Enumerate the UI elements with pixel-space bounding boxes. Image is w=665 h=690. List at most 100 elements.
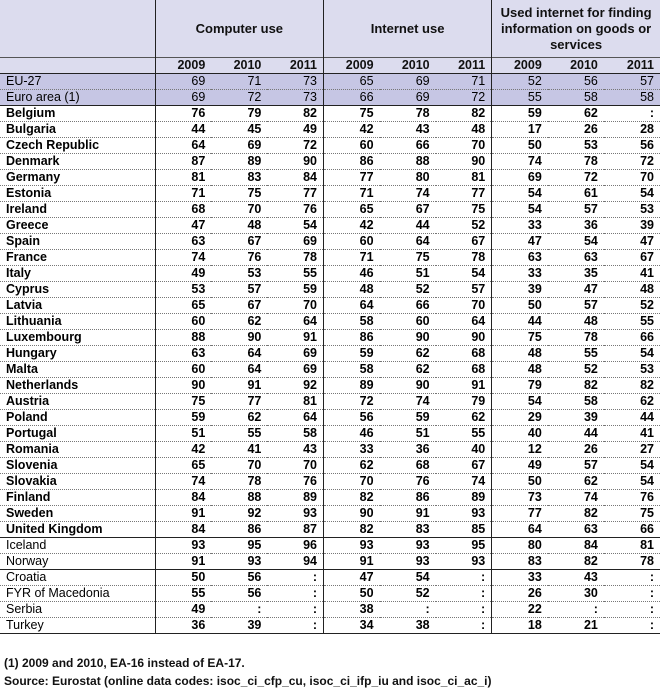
row-label: Cyprus bbox=[0, 281, 156, 298]
value-cell: 56 bbox=[547, 73, 604, 90]
value-cell: 71 bbox=[154, 185, 212, 202]
value-cell: 90 bbox=[322, 505, 380, 522]
value-cell: 48 bbox=[435, 121, 492, 138]
value-cell: 81 bbox=[435, 169, 492, 186]
row-label: France bbox=[0, 249, 156, 266]
row-label: Romania bbox=[0, 441, 156, 458]
ict-usage-table: Computer use Internet use Used internet … bbox=[0, 0, 660, 634]
value-cell: 78 bbox=[435, 249, 492, 266]
value-cell: 69 bbox=[154, 89, 212, 106]
value-cell: 76 bbox=[267, 473, 324, 490]
value-cell: 39 bbox=[603, 217, 660, 234]
value-cell: 69 bbox=[491, 169, 548, 186]
value-cell: 61 bbox=[547, 185, 604, 202]
value-cell: 51 bbox=[154, 425, 212, 442]
value-cell: 36 bbox=[154, 617, 212, 634]
value-cell: 46 bbox=[322, 425, 380, 442]
row-label: Bulgaria bbox=[0, 121, 156, 138]
row-label: Greece bbox=[0, 217, 156, 234]
value-cell: 53 bbox=[603, 201, 660, 218]
value-cell: 64 bbox=[267, 409, 324, 426]
value-cell: 90 bbox=[379, 329, 436, 346]
value-cell: 52 bbox=[379, 585, 436, 602]
value-cell: 78 bbox=[603, 553, 660, 570]
value-cell: 81 bbox=[603, 537, 660, 554]
table-row: Czech Republic 64 69 72 60 66 70 50 53 56 bbox=[0, 137, 660, 154]
value-cell: 43 bbox=[547, 569, 604, 586]
value-cell: 80 bbox=[379, 169, 436, 186]
value-cell: 96 bbox=[267, 537, 324, 554]
value-cell: 66 bbox=[379, 137, 436, 154]
value-cell: 54 bbox=[491, 393, 548, 410]
corner-cell bbox=[0, 57, 156, 74]
value-cell: 50 bbox=[491, 297, 548, 314]
value-cell: 39 bbox=[547, 409, 604, 426]
value-cell: 66 bbox=[379, 297, 436, 314]
value-cell: 54 bbox=[491, 185, 548, 202]
value-cell: 74 bbox=[379, 393, 436, 410]
value-cell: 87 bbox=[267, 521, 324, 538]
value-cell: : bbox=[603, 569, 660, 586]
value-cell: 62 bbox=[603, 393, 660, 410]
value-cell: 33 bbox=[322, 441, 380, 458]
value-cell: 75 bbox=[322, 105, 380, 122]
value-cell: 91 bbox=[154, 505, 212, 522]
value-cell: 62 bbox=[211, 409, 268, 426]
table-row: Germany 81 83 84 77 80 81 69 72 70 bbox=[0, 169, 660, 186]
value-cell: 63 bbox=[154, 345, 212, 362]
value-cell: 77 bbox=[435, 185, 492, 202]
value-cell: 12 bbox=[491, 441, 548, 458]
value-cell: 38 bbox=[379, 617, 436, 634]
value-cell: 17 bbox=[491, 121, 548, 138]
value-cell: 58 bbox=[603, 89, 660, 106]
value-cell: 69 bbox=[267, 345, 324, 362]
value-cell: 64 bbox=[211, 345, 268, 362]
table-row: France 74 76 78 71 75 78 63 63 67 bbox=[0, 249, 660, 266]
value-cell: 26 bbox=[491, 585, 548, 602]
value-cell: 71 bbox=[435, 73, 492, 90]
value-cell: 89 bbox=[267, 489, 324, 506]
value-cell: 47 bbox=[547, 281, 604, 298]
value-cell: 26 bbox=[547, 121, 604, 138]
value-cell: 72 bbox=[435, 89, 492, 106]
value-cell: 75 bbox=[379, 249, 436, 266]
value-cell: 43 bbox=[267, 441, 324, 458]
value-cell: 70 bbox=[211, 457, 268, 474]
value-cell: 35 bbox=[547, 265, 604, 282]
value-cell: 39 bbox=[211, 617, 268, 634]
value-cell: 80 bbox=[491, 537, 548, 554]
value-cell: 60 bbox=[322, 137, 380, 154]
value-cell: 91 bbox=[267, 329, 324, 346]
value-cell: 71 bbox=[322, 185, 380, 202]
value-cell: 52 bbox=[547, 361, 604, 378]
value-cell: 53 bbox=[154, 281, 212, 298]
value-cell: 93 bbox=[267, 505, 324, 522]
value-cell: 86 bbox=[322, 329, 380, 346]
value-cell: : bbox=[603, 601, 660, 618]
table-row: Belgium 76 79 82 75 78 82 59 62: bbox=[0, 105, 660, 122]
value-cell: 93 bbox=[379, 537, 436, 554]
value-cell: 65 bbox=[322, 73, 380, 90]
value-cell: 74 bbox=[154, 249, 212, 266]
value-cell: 59 bbox=[379, 409, 436, 426]
value-cell: 95 bbox=[435, 537, 492, 554]
value-cell: 58 bbox=[547, 393, 604, 410]
value-cell: : bbox=[603, 105, 660, 122]
value-cell: 67 bbox=[211, 297, 268, 314]
value-cell: 64 bbox=[154, 137, 212, 154]
value-cell: 88 bbox=[211, 489, 268, 506]
value-cell: 70 bbox=[435, 297, 492, 314]
value-cell: 66 bbox=[603, 329, 660, 346]
notes: (1) 2009 and 2010, EA-16 instead of EA-1… bbox=[4, 654, 492, 690]
value-cell: 60 bbox=[322, 233, 380, 250]
value-cell: 52 bbox=[379, 281, 436, 298]
value-cell: 82 bbox=[547, 505, 604, 522]
value-cell: 67 bbox=[379, 201, 436, 218]
value-cell: 55 bbox=[267, 265, 324, 282]
row-label: Portugal bbox=[0, 425, 156, 442]
value-cell: 44 bbox=[547, 425, 604, 442]
value-cell: 92 bbox=[267, 377, 324, 394]
value-cell: 82 bbox=[547, 553, 604, 570]
row-label: Belgium bbox=[0, 105, 156, 122]
value-cell: 90 bbox=[267, 153, 324, 170]
